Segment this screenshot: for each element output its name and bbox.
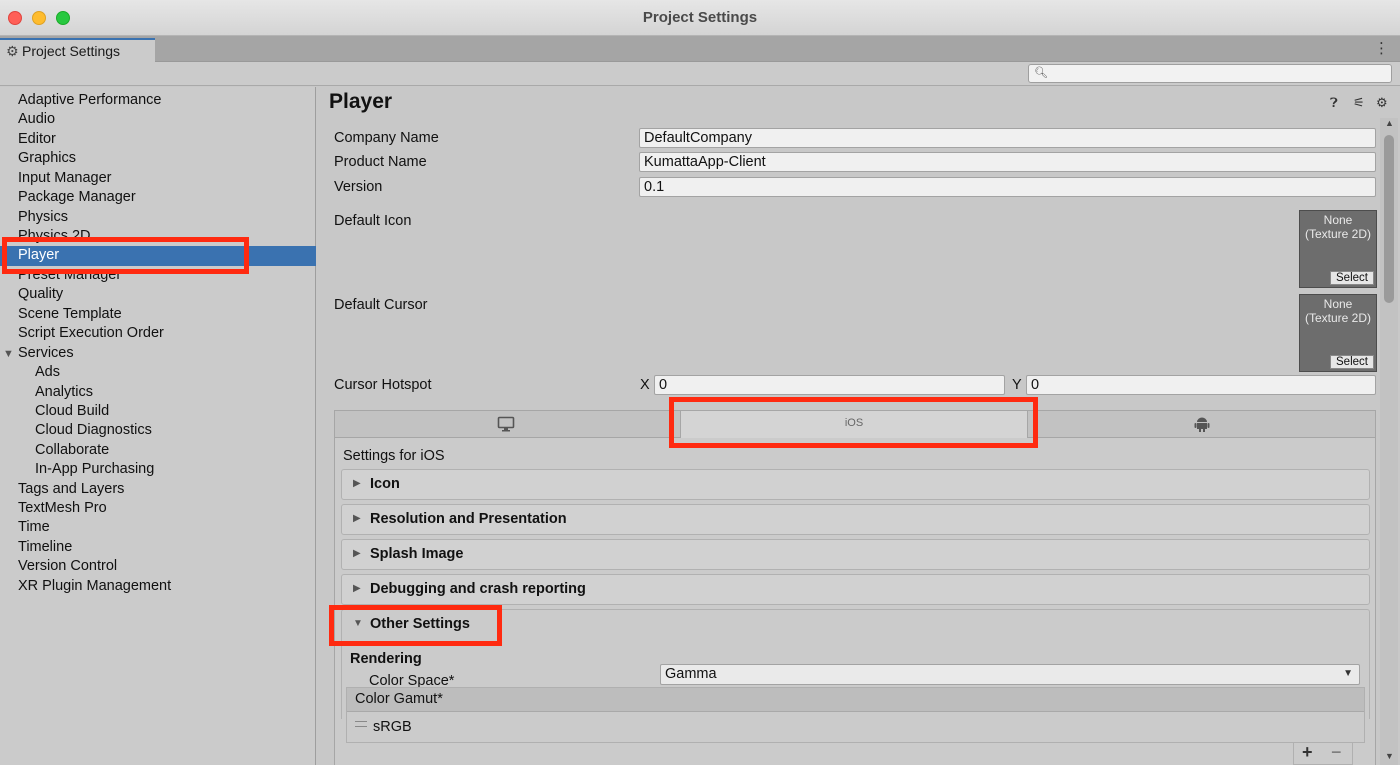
- collapsed-arrow-icon: ▶: [353, 513, 361, 524]
- color-space-value: Gamma: [665, 666, 717, 682]
- section-resolution-and-presentation[interactable]: ▶ Resolution and Presentation: [341, 504, 1370, 535]
- expand-triangle-icon[interactable]: ▼: [3, 348, 14, 360]
- sidebar-item-script-execution-order[interactable]: Script Execution Order: [18, 325, 164, 344]
- collapsed-arrow-icon: ▶: [353, 548, 361, 559]
- color-gamut-header: Color Gamut*: [347, 688, 1364, 712]
- scroll-down-arrow-icon[interactable]: ▼: [1385, 751, 1394, 761]
- page-title: Player: [329, 90, 393, 113]
- collapsed-arrow-icon: ▶: [353, 583, 361, 594]
- default-icon-select-button[interactable]: Select: [1330, 271, 1374, 285]
- default-cursor-label: Default Cursor: [334, 297, 428, 313]
- gear-icon: ⚙: [6, 43, 19, 59]
- sidebar-item-tags-and-layers[interactable]: Tags and Layers: [18, 481, 124, 500]
- tab-strip: ⚙ Project Settings ⋮: [0, 36, 1400, 62]
- hotspot-y-label: Y: [1012, 377, 1022, 393]
- annotation-box-other-settings: [329, 605, 502, 646]
- section-label: Icon: [370, 476, 400, 492]
- settings-sidebar: Adaptive Performance Audio Editor Graphi…: [0, 87, 316, 765]
- sidebar-item-analytics[interactable]: Analytics: [35, 384, 93, 403]
- color-gamut-list: Color Gamut* sRGB: [346, 687, 1365, 743]
- product-name-label: Product Name: [334, 154, 427, 170]
- more-options-icon[interactable]: ⋮: [1374, 39, 1389, 57]
- sidebar-item-collaborate[interactable]: Collaborate: [35, 442, 109, 461]
- settings-gear-icon[interactable]: ⚙: [1376, 95, 1388, 111]
- company-name-label: Company Name: [334, 130, 439, 146]
- hotspot-x-label: X: [640, 377, 650, 393]
- texture-none-text: None (Texture 2D): [1304, 213, 1372, 241]
- section-debugging-and-crash-reporting[interactable]: ▶ Debugging and crash reporting: [341, 574, 1370, 605]
- product-name-field[interactable]: KumattaApp-Client: [639, 152, 1376, 172]
- tab-standalone[interactable]: [335, 411, 680, 438]
- color-space-dropdown[interactable]: Gamma ▼: [660, 664, 1360, 685]
- sidebar-item-physics[interactable]: Physics: [18, 209, 68, 228]
- sidebar-item-ads[interactable]: Ads: [35, 364, 60, 383]
- window-title: Project Settings: [642, 9, 758, 26]
- company-name-field[interactable]: DefaultCompany: [639, 128, 1376, 148]
- annotation-box-ios-tab: [669, 397, 1038, 448]
- platform-settings-panel: iOS Settings for iOS ▶ Icon ▶ Resolution…: [334, 410, 1376, 765]
- collapsed-arrow-icon: ▶: [353, 478, 361, 489]
- section-splash-image[interactable]: ▶ Splash Image: [341, 539, 1370, 570]
- hotspot-y-field[interactable]: 0: [1026, 375, 1376, 395]
- sidebar-item-adaptive-performance[interactable]: Adaptive Performance: [18, 92, 161, 111]
- rendering-header: Rendering: [350, 651, 422, 667]
- annotation-box-player: [2, 237, 249, 274]
- sidebar-item-cloud-build[interactable]: Cloud Build: [35, 403, 109, 422]
- list-footer: + −: [1293, 742, 1353, 765]
- tab-project-settings[interactable]: ⚙ Project Settings: [0, 38, 155, 62]
- sidebar-item-scene-template[interactable]: Scene Template: [18, 306, 122, 325]
- sidebar-item-time[interactable]: Time: [18, 519, 50, 538]
- add-item-button[interactable]: +: [1302, 742, 1313, 763]
- sidebar-item-package-manager[interactable]: Package Manager: [18, 189, 136, 208]
- section-label: Splash Image: [370, 546, 464, 562]
- sidebar-item-graphics[interactable]: Graphics: [18, 150, 76, 169]
- sidebar-item-input-manager[interactable]: Input Manager: [18, 170, 112, 189]
- vertical-scrollbar[interactable]: ▲ ▼: [1380, 118, 1398, 765]
- sidebar-item-quality[interactable]: Quality: [18, 286, 63, 305]
- chevron-down-icon: ▼: [1343, 668, 1353, 679]
- drag-handle-icon[interactable]: [355, 721, 367, 727]
- search-input[interactable]: 🔍︎: [1028, 64, 1392, 83]
- sidebar-item-textmesh-pro[interactable]: TextMesh Pro: [18, 500, 107, 519]
- presets-icon[interactable]: ⚟: [1353, 95, 1365, 111]
- default-icon-texture-slot[interactable]: None (Texture 2D) Select: [1299, 210, 1377, 288]
- scroll-thumb[interactable]: [1384, 135, 1394, 303]
- monitor-icon: [497, 416, 515, 432]
- tab-android[interactable]: [1028, 411, 1375, 438]
- sidebar-item-cloud-diagnostics[interactable]: Cloud Diagnostics: [35, 422, 152, 441]
- search-icon: 🔍︎: [1034, 67, 1048, 79]
- default-cursor-select-button[interactable]: Select: [1330, 355, 1374, 369]
- section-label: Debugging and crash reporting: [370, 581, 586, 597]
- version-field[interactable]: 0.1: [639, 177, 1376, 197]
- section-icon[interactable]: ▶ Icon: [341, 469, 1370, 500]
- texture-none-text: None (Texture 2D): [1304, 297, 1372, 325]
- sidebar-item-version-control[interactable]: Version Control: [18, 558, 117, 577]
- default-icon-label: Default Icon: [334, 213, 412, 229]
- cursor-hotspot-label: Cursor Hotspot: [334, 377, 432, 393]
- search-row: 🔍︎: [0, 62, 1400, 86]
- settings-for-label: Settings for iOS: [343, 448, 445, 464]
- color-gamut-label: Color Gamut*: [355, 691, 443, 707]
- section-label: Resolution and Presentation: [370, 511, 567, 527]
- hotspot-x-field[interactable]: 0: [654, 375, 1005, 395]
- sidebar-item-timeline[interactable]: Timeline: [18, 539, 72, 558]
- version-label: Version: [334, 179, 383, 195]
- default-cursor-texture-slot[interactable]: None (Texture 2D) Select: [1299, 294, 1377, 372]
- help-icon[interactable]: ❓︎: [1330, 95, 1338, 111]
- tab-label: Project Settings: [22, 43, 121, 59]
- sidebar-item-services[interactable]: Services: [18, 345, 74, 364]
- android-icon: [1194, 417, 1210, 432]
- scroll-up-arrow-icon[interactable]: ▲: [1385, 118, 1394, 128]
- title-bar: Project Settings: [0, 0, 1400, 36]
- sidebar-item-audio[interactable]: Audio: [18, 111, 55, 130]
- remove-item-button[interactable]: −: [1331, 742, 1342, 763]
- sidebar-item-xr-plugin-management[interactable]: XR Plugin Management: [18, 578, 171, 597]
- color-gamut-item[interactable]: sRGB: [373, 719, 412, 735]
- sidebar-item-editor[interactable]: Editor: [18, 131, 56, 150]
- sidebar-item-in-app-purchasing[interactable]: In-App Purchasing: [35, 461, 154, 480]
